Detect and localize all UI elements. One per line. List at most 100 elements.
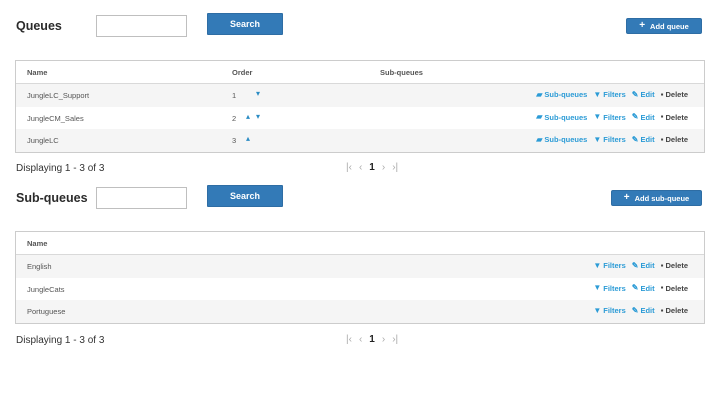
queue-name: JungleLC xyxy=(27,136,59,145)
table-row: Portuguese ▼ Filters ✎ Edit ▪ Delete xyxy=(16,300,704,323)
subqueue-actions: ▼ Filters ✎ Edit ▪ Delete xyxy=(593,261,688,270)
subqueue-actions: ▼ Filters ✎ Edit ▪ Delete xyxy=(593,284,688,293)
trash-icon: ▪ xyxy=(660,305,664,315)
queue-order: 3 xyxy=(232,136,237,145)
queues-title: Queues xyxy=(16,19,62,33)
current-page[interactable]: 1 xyxy=(369,334,375,345)
add-queue-button[interactable]: + Add queue xyxy=(626,18,702,34)
add-subqueue-button[interactable]: + Add sub-queue xyxy=(611,190,702,206)
delete-label: Delete xyxy=(665,283,688,293)
plus-icon: + xyxy=(623,192,630,203)
delete-label: Delete xyxy=(665,135,688,144)
briefcase-icon: ▰ xyxy=(536,89,543,99)
edit-link[interactable]: ✎ Edit xyxy=(632,135,655,144)
last-page-icon[interactable]: ›| xyxy=(392,162,398,173)
pencil-icon: ✎ xyxy=(631,89,639,99)
subqueues-title: Sub-queues xyxy=(16,191,88,205)
delete-label: Delete xyxy=(665,261,688,270)
subqueues-search-button[interactable]: Search xyxy=(207,185,283,207)
trash-icon: ▪ xyxy=(660,89,664,99)
filters-link[interactable]: ▼ Filters xyxy=(593,135,625,144)
filters-label: Filters xyxy=(603,283,626,293)
add-subqueue-label: Add sub-queue xyxy=(634,193,690,203)
queues-pagination: |‹ ‹ 1 › ›| xyxy=(346,162,398,173)
arrow-up-icon[interactable]: ▴ xyxy=(246,134,251,143)
filter-icon: ▼ xyxy=(593,283,602,292)
last-page-icon[interactable]: ›| xyxy=(392,334,398,345)
edit-link[interactable]: ✎ Edit xyxy=(632,261,655,270)
edit-link[interactable]: ✎ Edit xyxy=(632,90,655,99)
next-page-icon[interactable]: › xyxy=(382,162,385,173)
queue-actions: ▰ Sub-queues ▼ Filters ✎ Edit ▪ Delete xyxy=(536,113,688,122)
delete-link[interactable]: ▪ Delete xyxy=(661,261,688,270)
current-page[interactable]: 1 xyxy=(369,162,375,173)
filters-link[interactable]: ▼ Filters xyxy=(593,113,625,122)
filters-label: Filters xyxy=(603,135,626,144)
pencil-icon: ✎ xyxy=(631,305,639,315)
delete-label: Delete xyxy=(665,90,688,99)
prev-page-icon[interactable]: ‹ xyxy=(359,334,362,345)
subqueues-search-input[interactable] xyxy=(96,187,187,209)
filters-label: Filters xyxy=(603,90,626,99)
column-header-order: Order xyxy=(232,68,253,77)
filters-link[interactable]: ▼ Filters xyxy=(593,90,625,99)
filter-icon: ▼ xyxy=(593,305,602,315)
edit-link[interactable]: ✎ Edit xyxy=(632,306,655,315)
edit-label: Edit xyxy=(640,283,655,293)
table-row: JungleCats ▼ Filters ✎ Edit ▪ Delete xyxy=(16,278,704,301)
prev-page-icon[interactable]: ‹ xyxy=(359,162,362,173)
subqueue-name: JungleCats xyxy=(27,284,65,294)
briefcase-icon: ▰ xyxy=(536,134,543,144)
table-row: English ▼ Filters ✎ Edit ▪ Delete xyxy=(16,255,704,278)
edit-label: Edit xyxy=(640,90,655,99)
briefcase-icon: ▰ xyxy=(536,112,543,121)
delete-link[interactable]: ▪ Delete xyxy=(661,306,688,315)
subqueues-label: Sub-queues xyxy=(544,135,588,144)
edit-link[interactable]: ✎ Edit xyxy=(632,113,655,122)
trash-icon: ▪ xyxy=(660,112,664,121)
filters-link[interactable]: ▼ Filters xyxy=(593,261,625,270)
column-header-subqueues: Sub-queues xyxy=(380,68,423,77)
delete-link[interactable]: ▪ Delete xyxy=(661,135,688,144)
pencil-icon: ✎ xyxy=(631,260,639,270)
subqueues-link[interactable]: ▰ Sub-queues xyxy=(536,113,587,122)
arrow-down-icon[interactable]: ▾ xyxy=(256,89,261,98)
subqueues-link[interactable]: ▰ Sub-queues xyxy=(536,90,587,99)
filters-link[interactable]: ▼ Filters xyxy=(593,306,625,315)
edit-label: Edit xyxy=(640,135,655,144)
plus-icon: + xyxy=(639,20,646,31)
pencil-icon: ✎ xyxy=(631,134,639,144)
edit-link[interactable]: ✎ Edit xyxy=(632,284,655,293)
queues-search-input[interactable] xyxy=(96,15,187,37)
delete-link[interactable]: ▪ Delete xyxy=(661,284,688,293)
edit-label: Edit xyxy=(640,261,655,270)
add-queue-label: Add queue xyxy=(650,21,689,31)
first-page-icon[interactable]: |‹ xyxy=(346,162,352,173)
delete-label: Delete xyxy=(665,112,688,122)
subqueues-table-header: Name xyxy=(16,232,704,255)
delete-link[interactable]: ▪ Delete xyxy=(661,113,688,122)
arrow-down-icon[interactable]: ▾ xyxy=(256,112,261,121)
queue-actions: ▰ Sub-queues ▼ Filters ✎ Edit ▪ Delete xyxy=(536,90,688,99)
queue-name: JungleCM_Sales xyxy=(27,113,84,123)
pencil-icon: ✎ xyxy=(631,112,639,121)
column-header-name: Name xyxy=(27,239,48,248)
queues-table: Name Order Sub-queues JungleLC_Support 1… xyxy=(15,60,705,153)
subqueues-link[interactable]: ▰ Sub-queues xyxy=(536,135,587,144)
table-row: JungleCM_Sales 2 ▴ ▾ ▰ Sub-queues ▼ Filter… xyxy=(16,107,704,130)
filters-link[interactable]: ▼ Filters xyxy=(593,284,625,293)
delete-link[interactable]: ▪ Delete xyxy=(661,90,688,99)
first-page-icon[interactable]: |‹ xyxy=(346,334,352,345)
edit-label: Edit xyxy=(640,306,655,315)
table-row: JungleLC_Support 1 ▾ ▰ Sub-queues ▼ Filter… xyxy=(16,84,704,107)
queue-actions: ▰ Sub-queues ▼ Filters ✎ Edit ▪ Delete xyxy=(536,135,688,144)
subqueues-table: Name English ▼ Filters ✎ Edit ▪ Delete Jung… xyxy=(15,231,705,324)
filter-icon: ▼ xyxy=(593,260,602,270)
delete-label: Delete xyxy=(665,306,688,315)
queues-search-button[interactable]: Search xyxy=(207,13,283,35)
arrow-up-icon[interactable]: ▴ xyxy=(246,112,251,121)
next-page-icon[interactable]: › xyxy=(382,334,385,345)
queue-order: 1 xyxy=(232,91,237,100)
subqueues-pagination: |‹ ‹ 1 › ›| xyxy=(346,334,398,345)
pencil-icon: ✎ xyxy=(631,283,639,292)
